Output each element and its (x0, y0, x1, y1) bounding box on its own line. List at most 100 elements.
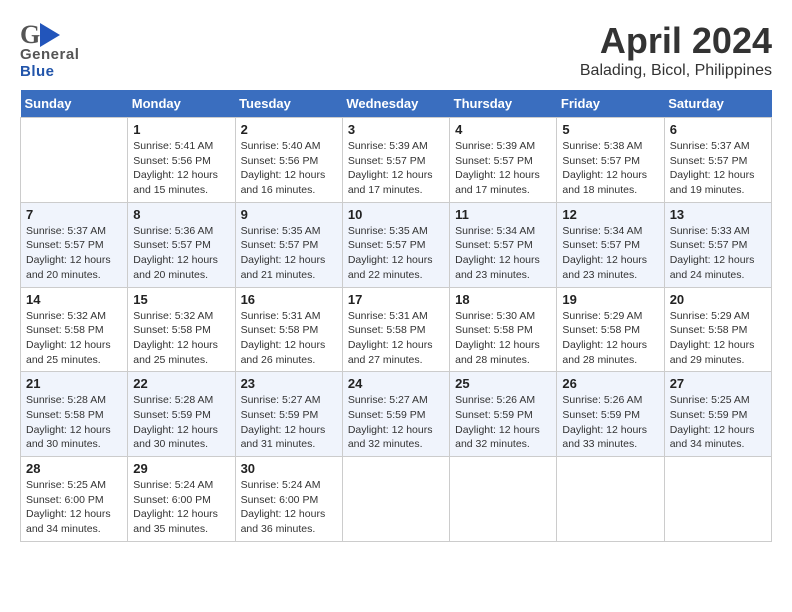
day-number: 17 (348, 292, 444, 307)
calendar-week-3: 14 Sunrise: 5:32 AMSunset: 5:58 PMDayligh… (21, 287, 772, 372)
day-info: Sunrise: 5:28 AMSunset: 5:58 PMDaylight:… (26, 393, 122, 452)
calendar-header-saturday: Saturday (664, 90, 771, 118)
day-number: 20 (670, 292, 766, 307)
day-number: 19 (562, 292, 658, 307)
day-info: Sunrise: 5:25 AMSunset: 6:00 PMDaylight:… (26, 478, 122, 537)
day-number: 23 (241, 376, 337, 391)
calendar-cell: 19 Sunrise: 5:29 AMSunset: 5:58 PMDayligh… (557, 287, 664, 372)
day-info: Sunrise: 5:36 AMSunset: 5:57 PMDaylight:… (133, 224, 229, 283)
day-info: Sunrise: 5:37 AMSunset: 5:57 PMDaylight:… (26, 224, 122, 283)
day-number: 1 (133, 122, 229, 137)
calendar-cell: 11 Sunrise: 5:34 AMSunset: 5:57 PMDayligh… (450, 202, 557, 287)
day-number: 7 (26, 207, 122, 222)
day-info: Sunrise: 5:27 AMSunset: 5:59 PMDaylight:… (348, 393, 444, 452)
day-number: 8 (133, 207, 229, 222)
day-info: Sunrise: 5:39 AMSunset: 5:57 PMDaylight:… (455, 139, 551, 198)
day-info: Sunrise: 5:38 AMSunset: 5:57 PMDaylight:… (562, 139, 658, 198)
day-number: 5 (562, 122, 658, 137)
day-number: 14 (26, 292, 122, 307)
day-number: 30 (241, 461, 337, 476)
calendar-header-row: SundayMondayTuesdayWednesdayThursdayFrid… (21, 90, 772, 118)
calendar-cell: 17Sunrise: 5:31 AMSunset: 5:58 PMDayligh… (342, 287, 449, 372)
calendar-cell: 24 Sunrise: 5:27 AMSunset: 5:59 PMDayligh… (342, 372, 449, 457)
calendar-cell: 3Sunrise: 5:39 AMSunset: 5:57 PMDaylight… (342, 118, 449, 203)
day-info: Sunrise: 5:25 AMSunset: 5:59 PMDaylight:… (670, 393, 766, 452)
calendar-cell: 10 Sunrise: 5:35 AMSunset: 5:57 PMDayligh… (342, 202, 449, 287)
calendar-week-4: 21 Sunrise: 5:28 AMSunset: 5:58 PMDayligh… (21, 372, 772, 457)
day-number: 27 (670, 376, 766, 391)
page-header: G General Blue April 2024 Balading, Bico… (20, 20, 772, 80)
day-number: 26 (562, 376, 658, 391)
calendar-cell: 30Sunrise: 5:24 AMSunset: 6:00 PMDayligh… (235, 457, 342, 542)
calendar-cell: 4 Sunrise: 5:39 AMSunset: 5:57 PMDaylight… (450, 118, 557, 203)
day-info: Sunrise: 5:26 AMSunset: 5:59 PMDaylight:… (562, 393, 658, 452)
day-number: 13 (670, 207, 766, 222)
calendar-header-wednesday: Wednesday (342, 90, 449, 118)
logo: G General Blue (20, 20, 79, 80)
day-number: 2 (241, 122, 337, 137)
day-info: Sunrise: 5:29 AMSunset: 5:58 PMDaylight:… (562, 309, 658, 368)
calendar-cell: 13 Sunrise: 5:33 AMSunset: 5:57 PMDayligh… (664, 202, 771, 287)
day-number: 21 (26, 376, 122, 391)
day-number: 15 (133, 292, 229, 307)
calendar-cell: 28 Sunrise: 5:25 AMSunset: 6:00 PMDayligh… (21, 457, 128, 542)
day-info: Sunrise: 5:35 AMSunset: 5:57 PMDaylight:… (348, 224, 444, 283)
day-number: 16 (241, 292, 337, 307)
calendar-cell: 26 Sunrise: 5:26 AMSunset: 5:59 PMDayligh… (557, 372, 664, 457)
calendar-cell: 14Sunrise: 5:32 AMSunset: 5:58 PMDayligh… (21, 287, 128, 372)
calendar-cell: 8 Sunrise: 5:36 AMSunset: 5:57 PMDaylight… (128, 202, 235, 287)
calendar-header-tuesday: Tuesday (235, 90, 342, 118)
day-info: Sunrise: 5:30 AMSunset: 5:58 PMDaylight:… (455, 309, 551, 368)
calendar-cell: 29 Sunrise: 5:24 AMSunset: 6:00 PMDayligh… (128, 457, 235, 542)
calendar-cell: 25 Sunrise: 5:26 AMSunset: 5:59 PMDayligh… (450, 372, 557, 457)
page-subtitle: Balading, Bicol, Philippines (580, 62, 772, 80)
calendar-cell: 18Sunrise: 5:30 AMSunset: 5:58 PMDayligh… (450, 287, 557, 372)
calendar-cell: 5 Sunrise: 5:38 AMSunset: 5:57 PMDaylight… (557, 118, 664, 203)
day-number: 29 (133, 461, 229, 476)
day-info: Sunrise: 5:40 AMSunset: 5:56 PMDaylight:… (241, 139, 337, 198)
calendar-cell: 2 Sunrise: 5:40 AMSunset: 5:56 PMDaylight… (235, 118, 342, 203)
calendar-table: SundayMondayTuesdayWednesdayThursdayFrid… (20, 90, 772, 542)
day-number: 28 (26, 461, 122, 476)
day-number: 12 (562, 207, 658, 222)
calendar-cell: 6 Sunrise: 5:37 AMSunset: 5:57 PMDaylight… (664, 118, 771, 203)
day-number: 25 (455, 376, 551, 391)
day-info: Sunrise: 5:27 AMSunset: 5:59 PMDaylight:… (241, 393, 337, 452)
logo-text-block: General Blue (20, 46, 79, 80)
calendar-header-sunday: Sunday (21, 90, 128, 118)
calendar-cell: 21 Sunrise: 5:28 AMSunset: 5:58 PMDayligh… (21, 372, 128, 457)
day-info: Sunrise: 5:26 AMSunset: 5:59 PMDaylight:… (455, 393, 551, 452)
calendar-header-thursday: Thursday (450, 90, 557, 118)
calendar-header-monday: Monday (128, 90, 235, 118)
calendar-cell: 27 Sunrise: 5:25 AMSunset: 5:59 PMDayligh… (664, 372, 771, 457)
day-number: 24 (348, 376, 444, 391)
title-block: April 2024 Balading, Bicol, Philippines (580, 20, 772, 80)
calendar-week-1: 1 Sunrise: 5:41 AMSunset: 5:56 PMDaylight… (21, 118, 772, 203)
logo-arrow-svg (40, 23, 60, 47)
calendar-cell (21, 118, 128, 203)
calendar-cell (557, 457, 664, 542)
day-info: Sunrise: 5:32 AMSunset: 5:58 PMDaylight:… (133, 309, 229, 368)
calendar-cell: 1 Sunrise: 5:41 AMSunset: 5:56 PMDaylight… (128, 118, 235, 203)
logo-block: G General Blue (20, 20, 79, 80)
day-number: 3 (348, 122, 444, 137)
day-info: Sunrise: 5:37 AMSunset: 5:57 PMDaylight:… (670, 139, 766, 198)
day-info: Sunrise: 5:24 AMSunset: 6:00 PMDaylight:… (133, 478, 229, 537)
day-info: Sunrise: 5:35 AMSunset: 5:57 PMDaylight:… (241, 224, 337, 283)
day-info: Sunrise: 5:34 AMSunset: 5:57 PMDaylight:… (455, 224, 551, 283)
calendar-cell (342, 457, 449, 542)
calendar-cell: 7 Sunrise: 5:37 AMSunset: 5:57 PMDaylight… (21, 202, 128, 287)
day-info: Sunrise: 5:41 AMSunset: 5:56 PMDaylight:… (133, 139, 229, 198)
day-number: 22 (133, 376, 229, 391)
day-number: 6 (670, 122, 766, 137)
day-number: 11 (455, 207, 551, 222)
calendar-cell: 12Sunrise: 5:34 AMSunset: 5:57 PMDayligh… (557, 202, 664, 287)
day-info: Sunrise: 5:33 AMSunset: 5:57 PMDaylight:… (670, 224, 766, 283)
day-number: 4 (455, 122, 551, 137)
day-number: 9 (241, 207, 337, 222)
calendar-week-2: 7 Sunrise: 5:37 AMSunset: 5:57 PMDaylight… (21, 202, 772, 287)
calendar-cell: 15 Sunrise: 5:32 AMSunset: 5:58 PMDayligh… (128, 287, 235, 372)
day-number: 10 (348, 207, 444, 222)
calendar-cell: 9 Sunrise: 5:35 AMSunset: 5:57 PMDaylight… (235, 202, 342, 287)
day-info: Sunrise: 5:31 AMSunset: 5:58 PMDaylight:… (241, 309, 337, 368)
